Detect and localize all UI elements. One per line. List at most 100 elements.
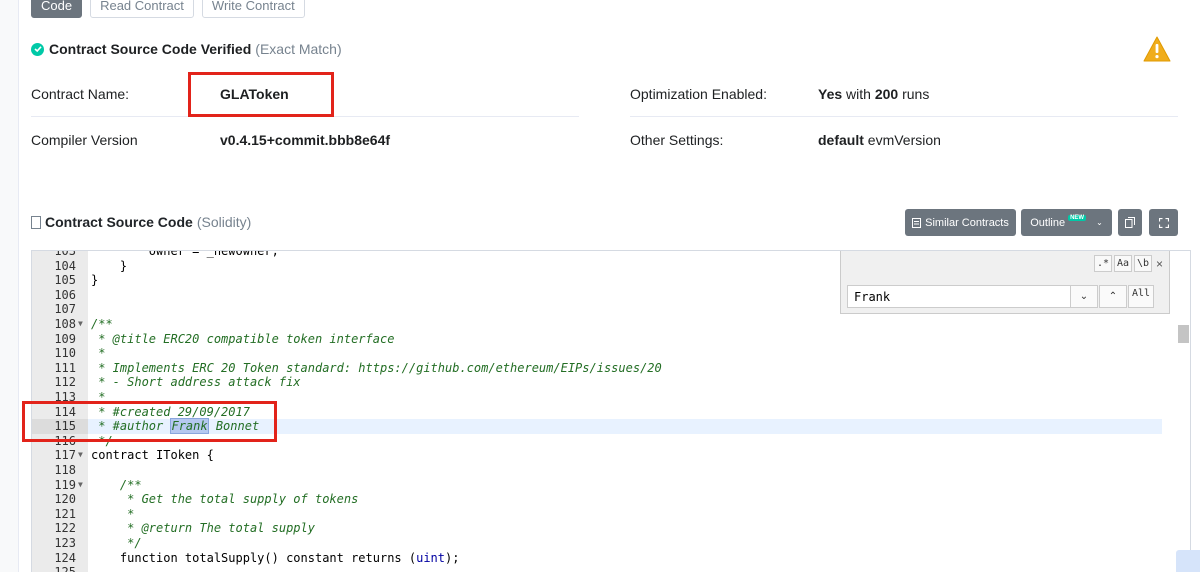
optimization-value: Yes with 200 runs: [818, 86, 930, 102]
code-text: */: [91, 536, 142, 551]
code-fragment: * @return The total supply: [91, 521, 315, 536]
code-line: 109 * @title ERC20 compatible token inte…: [32, 332, 1162, 347]
line-number: 104: [54, 258, 76, 273]
contract-card: Code Read Contract Write Contract Contra…: [18, 0, 1200, 572]
code-text: * @title ERC20 compatible token interfac…: [91, 332, 394, 347]
code-fragment: * Implements ERC 20 Token standard: http…: [91, 360, 662, 375]
chevron-down-icon: ⌄: [1096, 218, 1103, 227]
code-fragment: owner = _newOwner;: [91, 250, 279, 258]
other-settings-row: Other Settings: default evmVersion: [630, 132, 941, 148]
code-line: 121 *: [32, 507, 1162, 522]
code-text: * @return The total supply: [91, 521, 315, 536]
fold-arrow-icon[interactable]: ▼: [78, 478, 83, 493]
code-text: *: [91, 346, 105, 361]
file-icon: [912, 217, 922, 228]
optimization-row: Optimization Enabled: Yes with 200 runs: [630, 86, 929, 102]
find-all-button[interactable]: All: [1128, 285, 1154, 308]
copy-icon: [1125, 217, 1135, 228]
divider: [630, 116, 1178, 117]
line-number: 105: [54, 273, 76, 288]
code-text: owner = _newOwner;: [91, 250, 279, 259]
line-number: 103: [54, 250, 76, 258]
tab-read-contract[interactable]: Read Contract: [90, 0, 194, 18]
code-line: 124 function totalSupply() constant retu…: [32, 551, 1162, 566]
code-fragment: }: [91, 258, 128, 273]
line-number: 111: [54, 360, 76, 375]
code-fragment: * - Short address attack fix: [91, 375, 301, 390]
case-sensitive-toggle[interactable]: Aa: [1114, 255, 1132, 272]
line-number: 123: [54, 536, 76, 550]
code-line: 108 ▼/**: [32, 317, 1162, 332]
chat-widget-button[interactable]: [1176, 550, 1200, 572]
optimization-label: Optimization Enabled:: [630, 86, 767, 102]
warning-icon[interactable]: [1143, 36, 1171, 62]
code-fragment: *: [91, 346, 106, 361]
fold-arrow-icon[interactable]: ▼: [78, 317, 83, 332]
annotation-box: [188, 72, 334, 117]
code-text: }: [91, 259, 127, 274]
code-fragment: */: [91, 536, 142, 550]
line-number: 118: [54, 463, 76, 477]
code-text: * Get the total supply of tokens: [91, 492, 358, 507]
code-line: 110 *: [32, 346, 1162, 361]
search-input[interactable]: Frank: [847, 285, 1071, 308]
other-settings-label: Other Settings:: [630, 132, 724, 148]
annotation-box: [22, 401, 277, 442]
close-icon[interactable]: ×: [1156, 257, 1163, 271]
code-line: 112 * - Short address attack fix: [32, 375, 1162, 390]
line-number: 106: [54, 287, 76, 302]
code-text: contract IToken {: [91, 448, 214, 463]
compiler-value: v0.4.15+commit.bbb8e64f: [220, 132, 391, 148]
chevron-down-icon: ⌄: [1079, 291, 1089, 302]
line-number: 110: [54, 346, 76, 361]
code-fragment: }: [91, 273, 99, 288]
regex-toggle[interactable]: .*: [1094, 255, 1112, 272]
check-circle-icon: [31, 42, 44, 56]
code-fragment: function totalSupply() constant returns …: [91, 550, 417, 565]
code-line: 125: [32, 565, 1162, 572]
code-line: 120 * Get the total supply of tokens: [32, 492, 1162, 507]
copy-button[interactable]: [1118, 209, 1142, 236]
verified-title: Contract Source Code Verified: [49, 41, 252, 57]
code-fragment: * @title ERC20 compatible token interfac…: [91, 331, 395, 346]
similar-contracts-button[interactable]: Similar Contracts: [905, 209, 1016, 236]
line-number: 124: [54, 550, 76, 565]
code-line: 123 */: [32, 536, 1162, 551]
contract-name-label: Contract Name:: [31, 86, 130, 102]
line-number: 122: [54, 521, 76, 536]
code-fragment: *: [91, 506, 135, 521]
code-line: 111 * Implements ERC 20 Token standard: …: [32, 361, 1162, 376]
code-text: function totalSupply() constant returns …: [91, 550, 460, 566]
verified-match: (Exact Match): [255, 41, 342, 57]
code-line: 118: [32, 463, 1162, 478]
whole-word-toggle[interactable]: \b: [1134, 255, 1152, 272]
code-text: /**: [91, 317, 113, 332]
new-badge: NEW: [1068, 214, 1087, 221]
tab-code[interactable]: Code: [31, 0, 83, 18]
verified-status: Contract Source Code Verified (Exact Mat…: [31, 41, 342, 57]
outline-dropdown-button[interactable]: Outline NEW ⌄: [1021, 209, 1112, 236]
code-text: *: [91, 507, 134, 522]
code-text: * - Short address attack fix: [91, 375, 301, 390]
tab-write-contract[interactable]: Write Contract: [201, 0, 305, 18]
line-number: 125: [32, 565, 88, 572]
scrollbar-thumb[interactable]: [1178, 325, 1189, 343]
type-keyword: uint: [416, 550, 446, 565]
code-fragment: /**: [91, 477, 142, 492]
chevron-up-icon: ⌃: [1108, 291, 1118, 302]
file-code-icon: [31, 215, 41, 229]
code-fragment: * Get the total supply of tokens: [91, 492, 359, 507]
code-fragment: contract IToken {: [91, 448, 214, 463]
line-number: 109: [54, 331, 76, 346]
fullscreen-button[interactable]: [1149, 209, 1178, 236]
code-fragment: );: [445, 550, 460, 565]
line-number: 120: [54, 492, 76, 507]
search-panel: .* Aa \b × Frank ⌄ ⌃ All: [840, 251, 1170, 314]
find-previous-button[interactable]: ⌃: [1099, 285, 1127, 308]
contract-name-row: Contract Name: GLAToken: [31, 86, 289, 102]
fold-arrow-icon[interactable]: ▼: [78, 448, 83, 463]
find-next-button[interactable]: ⌄: [1070, 285, 1098, 308]
code-text: /**: [91, 478, 142, 493]
expand-icon: [1158, 217, 1169, 228]
code-line: 117 ▼ contract IToken {: [32, 448, 1162, 463]
